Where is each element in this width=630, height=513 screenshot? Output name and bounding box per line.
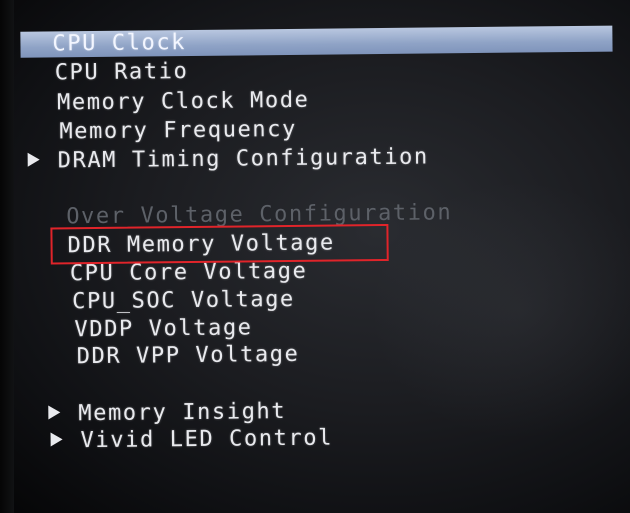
menu-item-cpu-soc-voltage[interactable]: CPU_SOC Voltage [72,287,295,315]
menu-item-cpu-clock[interactable]: CPU Clock [20,25,613,58]
menu-item-label: Memory Insight [78,399,287,427]
bios-menu: CPU Clock CPU Ratio Memory Clock Mode Me… [0,0,630,513]
menu-item-memory-clock-mode[interactable]: Memory Clock Mode [57,88,310,117]
menu-item-label: DDR VPP Voltage [76,341,300,370]
menu-item-label: Memory Frequency [59,116,298,145]
bios-screen: CPU Clock CPU Ratio Memory Clock Mode Me… [0,0,630,513]
menu-item-label: DRAM Timing Configuration [57,144,429,174]
submenu-arrow-icon [50,432,63,447]
submenu-arrow-icon [27,152,40,167]
menu-item-vddp-voltage[interactable]: VDDP Voltage [74,315,252,343]
menu-item-label: Vivid LED Control [80,425,334,454]
menu-item-ddr-vpp-voltage[interactable]: DDR VPP Voltage [77,342,300,370]
menu-item-vivid-led-control[interactable]: Vivid LED Control [50,426,333,455]
menu-item-memory-insight[interactable]: Memory Insight [48,399,286,427]
menu-item-label: CPU_SOC Voltage [72,286,295,315]
menu-item-label: Memory Clock Mode [56,87,310,116]
annotation-highlight-box [50,223,389,265]
menu-item-cpu-ratio[interactable]: CPU Ratio [55,59,189,86]
menu-item-label: VDDP Voltage [74,315,253,343]
menu-item-label: CPU Ratio [54,59,189,86]
menu-item-dram-timing-configuration[interactable]: DRAM Timing Configuration [27,144,429,175]
menu-item-label: CPU Clock [52,30,187,57]
submenu-arrow-icon [48,405,61,420]
menu-item-memory-frequency[interactable]: Memory Frequency [59,117,297,145]
